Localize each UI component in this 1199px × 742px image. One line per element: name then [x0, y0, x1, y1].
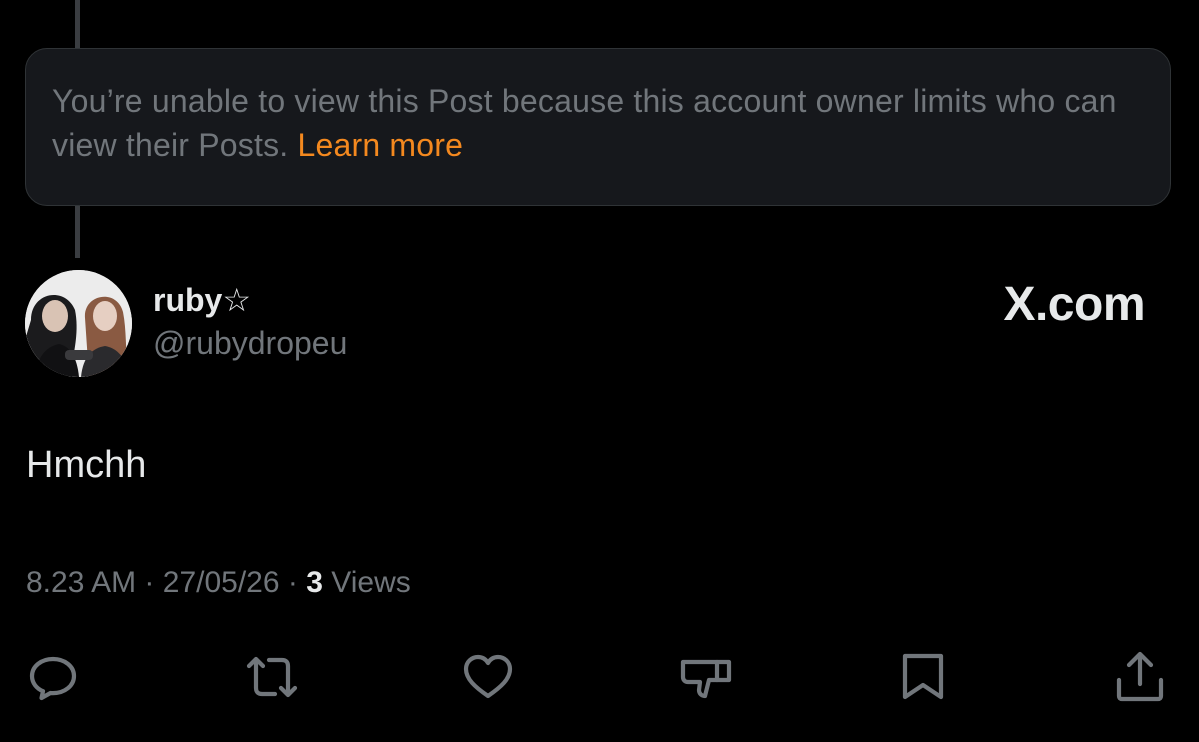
post-time: 8.23 AM [26, 566, 137, 599]
like-button[interactable] [461, 650, 515, 704]
share-button[interactable] [1113, 650, 1167, 704]
views-count: 3 [306, 566, 323, 599]
repost-button[interactable] [245, 650, 299, 704]
thread-line-bottom [75, 206, 80, 258]
learn-more-link[interactable]: Learn more [297, 127, 463, 163]
reply-icon [29, 656, 77, 701]
post-meta: 8.23 AM · 27/05/26 · 3 Views [26, 566, 411, 600]
restricted-post-notice: You’re unable to view this Post because … [25, 48, 1171, 206]
meta-separator: · [144, 566, 155, 599]
meta-separator: · [287, 566, 298, 599]
reply-button[interactable] [26, 650, 80, 704]
dislike-button[interactable] [679, 650, 733, 704]
notice-text: You’re unable to view this Post because … [52, 83, 1117, 163]
bookmark-icon [902, 653, 944, 700]
post-date: 27/05/26 [162, 566, 280, 599]
repost-icon [246, 656, 298, 698]
author-handle[interactable]: @rubydropeu [153, 325, 347, 362]
bookmark-button[interactable] [896, 650, 950, 704]
share-icon [1116, 651, 1164, 702]
x-logo: X.com [1003, 278, 1145, 331]
avatar[interactable] [25, 270, 132, 377]
thread-line-top [75, 0, 80, 48]
avatar-image [25, 270, 132, 377]
views-label: Views [331, 566, 411, 599]
author-display-name[interactable]: ruby☆ [153, 281, 251, 319]
post-text: Hmchh [26, 444, 147, 486]
dislike-icon [680, 659, 732, 699]
like-icon [463, 654, 513, 699]
